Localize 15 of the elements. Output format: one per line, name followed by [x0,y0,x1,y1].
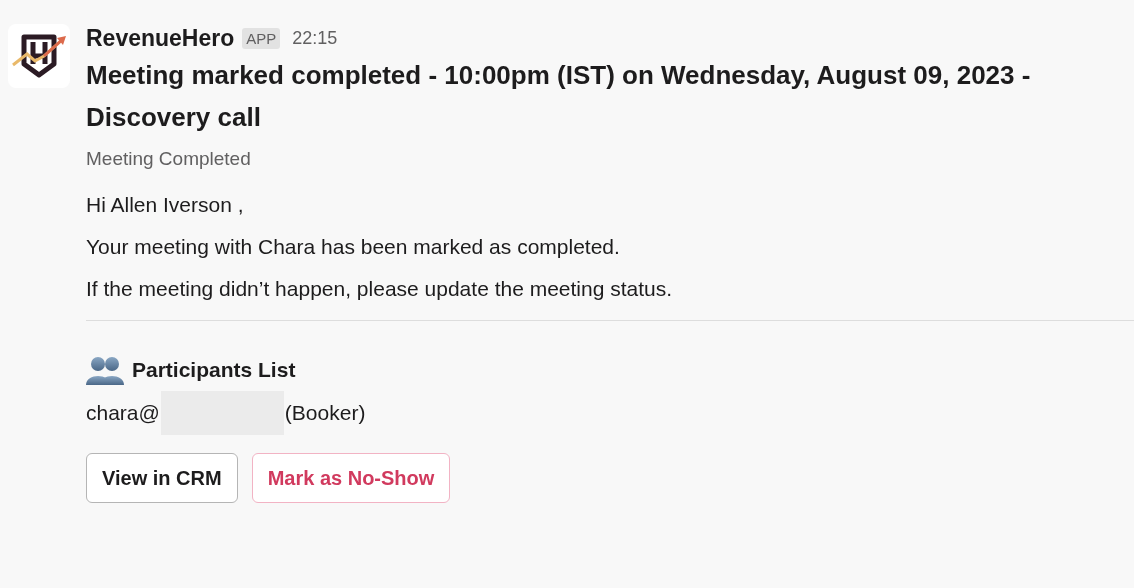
participant-role: (Booker) [284,401,366,425]
participants-heading: Participants List [132,358,296,382]
app-badge: APP [242,27,281,49]
people-icon [86,355,124,385]
sender-name[interactable]: RevenueHero [86,24,235,52]
participant-email: chara@ [86,401,160,425]
app-logo-icon [8,24,70,88]
view-button[interactable]: View in CRM [86,453,238,503]
message-title: Meeting marked completed - 10:00pm (IST) on Wednesday, August 09, 2023 - Discovery call [86,59,1032,134]
message-paragraph: If the meeting didn’t happen, please update the meeting status. [86,276,674,302]
no-show-button[interactable]: Mark as No-Show [251,453,451,503]
message-paragraph: Hi Allen Iverson , [86,192,245,218]
message-paragraph: Your meeting with Chara has been marked as completed. [86,234,621,260]
timestamp[interactable]: 22:15 [292,27,338,49]
message-subtitle: Meeting Completed [86,148,252,170]
